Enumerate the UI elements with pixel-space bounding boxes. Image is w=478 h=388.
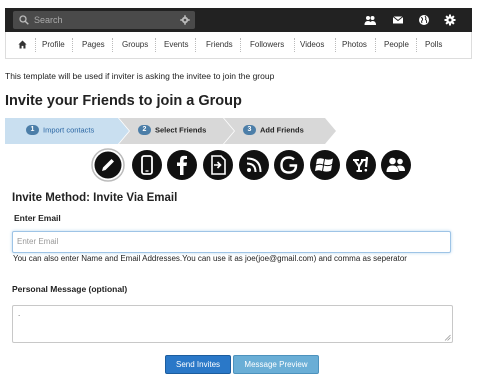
search-icon	[19, 15, 29, 25]
email-help-text: You can also enter Name and Email Addres…	[13, 254, 407, 263]
main-nav: Profile Pages Groups Events Friends Foll…	[5, 32, 472, 59]
rss-icon[interactable]	[238, 149, 270, 181]
phone-icon[interactable]	[131, 149, 163, 181]
gear-icon[interactable]	[180, 15, 190, 25]
personal-message-textarea[interactable]: .	[12, 305, 453, 343]
step-label: Select Friends	[155, 125, 207, 135]
nav-item-events[interactable]: Events	[164, 32, 188, 58]
invite-steps: 1 Import contacts 2 Select Friends 3 Add Fr…	[5, 118, 336, 144]
nav-divider	[195, 38, 196, 52]
nav-item-friends[interactable]: Friends	[206, 32, 233, 58]
nav-item-people[interactable]: People	[384, 32, 409, 58]
nav-divider	[375, 38, 376, 52]
step-label: Import contacts	[43, 125, 95, 135]
page-title: Invite your Friends to join a Group	[5, 93, 242, 109]
settings-gear-icon[interactable]	[444, 14, 456, 26]
nav-divider	[335, 38, 336, 52]
nav-divider	[155, 38, 156, 52]
step-number: 1	[26, 125, 39, 136]
step-number: 2	[138, 125, 151, 136]
message-preview-button[interactable]: Message Preview	[233, 355, 319, 374]
import-file-icon[interactable]	[202, 149, 234, 181]
invite-methods	[0, 148, 478, 184]
step-label: Add Friends	[260, 125, 304, 135]
yahoo-icon[interactable]	[345, 149, 377, 181]
home-icon[interactable]	[18, 40, 27, 49]
send-invites-button[interactable]: Send Invites	[165, 355, 231, 374]
nav-divider	[72, 38, 73, 52]
users-icon[interactable]	[380, 149, 412, 181]
invite-method-title: Invite Method: Invite Via Email	[12, 192, 178, 204]
message-text: .	[18, 309, 21, 318]
search-box[interactable]: Search	[13, 11, 195, 29]
resize-grip-icon[interactable]	[444, 334, 451, 341]
email-field[interactable]: Enter Email	[12, 231, 451, 253]
nav-item-videos[interactable]: Videos	[300, 32, 324, 58]
nav-item-profile[interactable]: Profile	[42, 32, 65, 58]
email-placeholder: Enter Email	[17, 237, 59, 246]
nav-item-pages[interactable]: Pages	[82, 32, 105, 58]
windows-icon[interactable]	[309, 149, 341, 181]
nav-divider	[240, 38, 241, 52]
pencil-icon[interactable]	[91, 148, 125, 182]
step-select-friends[interactable]: 2 Select Friends	[138, 125, 207, 136]
globe-icon[interactable]	[418, 14, 430, 26]
facebook-icon[interactable]	[166, 149, 198, 181]
nav-item-photos[interactable]: Photos	[342, 32, 367, 58]
nav-item-groups[interactable]: Groups	[122, 32, 148, 58]
nav-divider	[416, 38, 417, 52]
nav-item-followers[interactable]: Followers	[250, 32, 284, 58]
nav-divider	[35, 38, 36, 52]
email-label: Enter Email	[14, 213, 61, 223]
nav-item-polls[interactable]: Polls	[425, 32, 442, 58]
google-icon[interactable]	[273, 149, 305, 181]
search-placeholder[interactable]: Search	[34, 14, 63, 26]
personal-message-label: Personal Message (optional)	[12, 284, 128, 294]
nav-divider	[294, 38, 295, 52]
friend-requests-icon[interactable]	[364, 14, 376, 26]
template-note: This template will be used if inviter is…	[5, 71, 275, 81]
messages-icon[interactable]	[392, 14, 404, 26]
top-bar: Search	[5, 8, 472, 32]
nav-divider	[112, 38, 113, 52]
step-import-contacts[interactable]: 1 Import contacts	[26, 125, 95, 136]
step-number: 3	[243, 125, 256, 136]
step-add-friends[interactable]: 3 Add Friends	[243, 125, 304, 136]
